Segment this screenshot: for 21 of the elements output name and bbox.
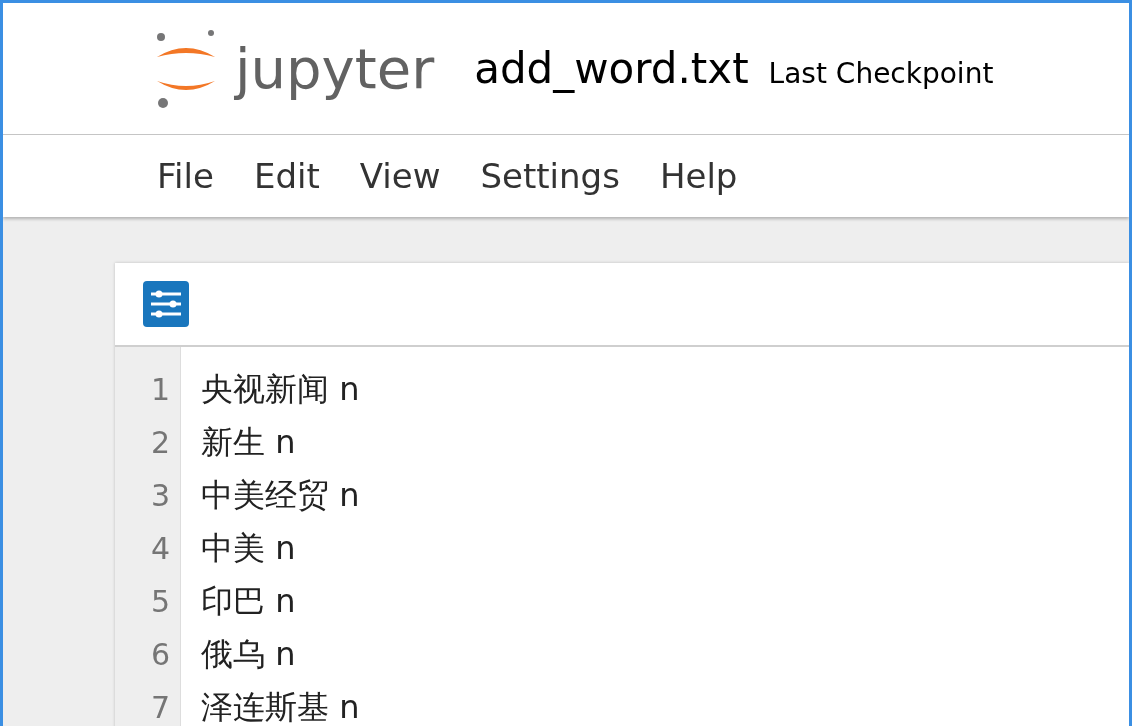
code-line: 俄乌 n — [201, 634, 297, 675]
menu-item[interactable]: File — [143, 159, 228, 193]
code-line: 央视新闻 n — [201, 369, 360, 410]
code-line: 印巴 n — [201, 581, 297, 622]
line-number: 5 — [150, 583, 170, 621]
line-number: 1 — [150, 371, 170, 409]
settings-icon[interactable] — [143, 281, 189, 327]
line-number: 4 — [150, 530, 170, 568]
menu-item[interactable]: View — [345, 159, 455, 193]
menu-item[interactable]: Help — [645, 159, 752, 193]
line-number: 7 — [150, 689, 170, 726]
code-line: 泽连斯基 n — [201, 687, 360, 726]
line-number: 6 — [150, 636, 170, 674]
line-number: 3 — [150, 477, 170, 515]
menu-item[interactable]: Edit — [239, 159, 334, 193]
code-line: 中美经贸 n — [201, 475, 360, 516]
checkpoint-text: Last Checkpoint — [768, 59, 994, 88]
code-line: 新生 n — [201, 422, 297, 463]
menu-item[interactable]: Settings — [466, 159, 634, 193]
code-line: 中美 n — [201, 528, 297, 569]
line-number: 2 — [150, 424, 170, 462]
